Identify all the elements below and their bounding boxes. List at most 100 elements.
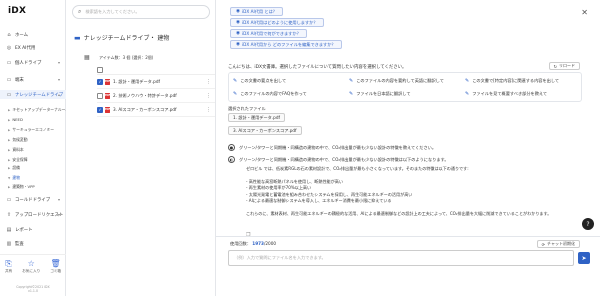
quick-action-label: この文書の要点を出して	[240, 78, 287, 83]
suggestion-chip[interactable]: ◉ iDX AI代用から どのファイルを編集できますか？	[230, 40, 342, 49]
star-icon: ☆	[27, 259, 35, 268]
suggestion-text: iDX AI代用で何ができますか？	[242, 30, 301, 36]
file-row[interactable]: ✓ PDF 1. 設計・運用データ.pdf ⋮	[97, 75, 215, 89]
cold-drive-icon: ▭	[6, 196, 12, 203]
caret-down-icon: ▼	[8, 175, 11, 180]
file-row[interactable]: ✓ PDF 3. AIスコア・カーボンスコア.pdf ⋮	[97, 103, 215, 117]
quick-action-label: ファイルを日本語に翻訳して	[356, 91, 411, 96]
subfolder-label: キセットアップデーターナルーム	[12, 106, 70, 112]
sparkle-icon: ✎	[233, 78, 238, 84]
reload-button[interactable]: ↻ リロード	[548, 62, 580, 70]
trash-button[interactable]: 🗑 ゴミ箱	[50, 259, 61, 284]
more-icon[interactable]: ⋮	[206, 107, 211, 113]
quick-action[interactable]: ✎ この文書で[特定内容]に関連する内容を出して	[465, 75, 559, 87]
assistant-answer: ゼロビル では、低炭素RGLの石の素材設計で、CO₂排出量が最も小さくなっていま…	[246, 166, 586, 217]
divider	[216, 236, 600, 237]
assistant-heading-text: グリーン/タワーと同期機・同構造の建物の中で、CO₂排出量が最も少ない設計の特徴…	[239, 156, 449, 162]
quick-action[interactable]: ✎ ファイルを日本語に翻訳して	[349, 88, 411, 100]
file-checkbox[interactable]: ✓	[97, 78, 103, 85]
subfolder-item[interactable]: ▶ 設備	[0, 164, 66, 171]
item-count: アイテム数：3 個 (選択：2個)	[99, 55, 154, 60]
chat-input[interactable]: （例）入力で質問にファイル名を入力できます。	[228, 250, 574, 266]
file-row[interactable]: PDF 2. 技術ノウハウ・特許データ.pdf ⋮	[97, 89, 215, 103]
quick-action[interactable]: ✎ このファイルの内容を要約して英語に翻訳して	[349, 75, 444, 87]
sparkle-icon: ✎	[349, 78, 354, 84]
send-button[interactable]: ➤	[578, 252, 590, 264]
chevron-down-icon[interactable]: ▾	[58, 197, 60, 202]
subfolder-item[interactable]: ▶ 建築物・VPP	[0, 183, 66, 190]
subfolder-label: 安全保障	[12, 156, 28, 162]
subfolder-item[interactable]: ▶ 安全保障	[0, 156, 66, 163]
selected-file-name: 3. AIスコア・カーボンスコア.pdf	[233, 127, 297, 133]
chevron-down-icon[interactable]: ▾	[58, 212, 60, 217]
usage-label: 使用回数：	[230, 241, 251, 246]
share-button[interactable]: ⎘ 共有	[5, 259, 12, 284]
sidebar-item-upload-request[interactable]: ⇪ アップロードリクエスト ▾	[0, 210, 66, 219]
chat-bubble-icon: ◉	[236, 42, 241, 47]
pdf-icon: PDF	[104, 106, 111, 113]
select-all-checkbox[interactable]	[97, 66, 103, 73]
help-fab[interactable]: ?	[582, 218, 594, 230]
search-input[interactable]: ⌕ 検索語を入力してください。	[72, 5, 210, 19]
version-text: v1.1.0	[28, 289, 38, 293]
chevron-down-icon[interactable]: ▾	[58, 60, 60, 65]
app-logo[interactable]: iDX	[8, 6, 26, 16]
chat-icon: ◎	[6, 44, 12, 51]
sidebar-item-audit[interactable]: ▥ 監査	[0, 239, 66, 248]
grid-view-icon[interactable]: ▦	[84, 54, 90, 61]
sidebar-item-device[interactable]: ▭ 端末 ▾	[0, 75, 66, 84]
subfolder-item[interactable]: ▶ 気候変動	[0, 136, 66, 143]
suggestion-chip[interactable]: ◉ iDX AI代用で何ができますか？	[230, 29, 307, 38]
file-name[interactable]: 2. 技術ノウハウ・特許データ.pdf	[113, 93, 177, 99]
sidebar-item-label: 監査	[15, 241, 24, 247]
sidebar-item-ex-ai[interactable]: ◎ EX AI代用	[0, 43, 66, 52]
quick-action[interactable]: ✎ この文書の要点を出して	[233, 75, 286, 87]
search-icon: ⌕	[78, 8, 82, 15]
chevron-down-icon[interactable]: ▾	[58, 77, 60, 82]
sidebar-item-personal-drive[interactable]: ▭ 個人ドライブ ▾	[0, 58, 66, 67]
suggestion-chip[interactable]: ◉ iDX AI代用 とは？	[230, 7, 283, 16]
chevron-up-icon[interactable]: ▴	[58, 92, 60, 97]
quick-action[interactable]: ✎ ファイルを見て概要すべき部分を教えて	[465, 88, 547, 100]
sidebar: iDX ⌂ ホーム ◎ EX AI代用 ▭ 個人ドライブ ▾ ▭ 端末 ▾ ▭ …	[0, 0, 70, 296]
selected-file-chip[interactable]: 1. 設計・運用データ.pdf	[228, 113, 285, 122]
device-icon: ▭	[6, 76, 12, 83]
caret-right-icon: ▶	[8, 147, 11, 152]
more-icon[interactable]: ⋮	[206, 93, 211, 99]
favorites-button[interactable]: ☆ お気に入り	[22, 259, 40, 284]
quick-action[interactable]: ✎ このファイルの内容でFAQを作って	[233, 88, 307, 100]
sidebar-item-home[interactable]: ⌂ ホーム	[0, 30, 66, 39]
reset-chat-button[interactable]: ⟳ チャット初期化	[536, 240, 580, 248]
more-icon[interactable]: ⋮	[206, 79, 211, 85]
suggestion-chip[interactable]: ◉ iDX AI代用はどのように使用しますか？	[230, 18, 324, 27]
file-name[interactable]: 1. 設計・運用データ.pdf	[113, 79, 160, 85]
sparkle-icon: ✎	[465, 91, 470, 97]
sparkle-icon: ✎	[349, 91, 354, 97]
caret-right-icon: ▶	[8, 107, 11, 112]
subfolder-item-selected[interactable]: ▼ 建物	[0, 174, 66, 181]
chat-input-placeholder: （例）入力で質問にファイル名を入力できます。	[234, 255, 326, 260]
sidebar-item-label: ホーム	[15, 32, 29, 38]
copy-icon[interactable]: ❐	[246, 232, 250, 238]
file-checkbox[interactable]: ✓	[97, 106, 103, 113]
file-name[interactable]: 3. AIスコア・カーボンスコア.pdf	[113, 107, 177, 113]
audit-icon: ▥	[6, 240, 12, 247]
close-icon[interactable]: ✕	[581, 8, 588, 17]
file-checkbox[interactable]	[97, 92, 103, 99]
home-icon: ⌂	[7, 31, 11, 38]
selected-file-chip[interactable]: 3. AIスコア・カーボンスコア.pdf	[228, 126, 302, 135]
suggestion-text: iDX AI代用はどのように使用しますか？	[242, 19, 318, 25]
sidebar-item-label: 個人ドライブ	[15, 60, 42, 66]
pdf-icon: PDF	[104, 92, 111, 99]
usage-counter: 使用回数： 1973/2000	[230, 241, 276, 247]
user-message: ● グリーン/タワーと同期機・同構造の建物の中で、CO₂排出量が最も少ない設計の…	[228, 144, 436, 151]
subfolder-item[interactable]: ▶ キセットアップデーターナルーム	[0, 106, 70, 113]
selected-file-name: 1. 設計・運用データ.pdf	[233, 114, 280, 120]
subfolder-item[interactable]: ▶ 資料本	[0, 146, 66, 153]
sidebar-item-cold-drive[interactable]: ▭ コールドドライブ ▾	[0, 195, 66, 204]
subfolder-item[interactable]: ▶ サーキュラーエコノミー	[0, 126, 66, 133]
quick-action-label: このファイルの内容でFAQを作って	[240, 91, 307, 96]
sidebar-item-report[interactable]: ▤ レポート	[0, 225, 66, 234]
sidebar-item-team-drive[interactable]: ▭ ナレッジチームドライブ ▴	[0, 90, 66, 99]
subfolder-item[interactable]: ▶ NEED	[0, 116, 66, 123]
